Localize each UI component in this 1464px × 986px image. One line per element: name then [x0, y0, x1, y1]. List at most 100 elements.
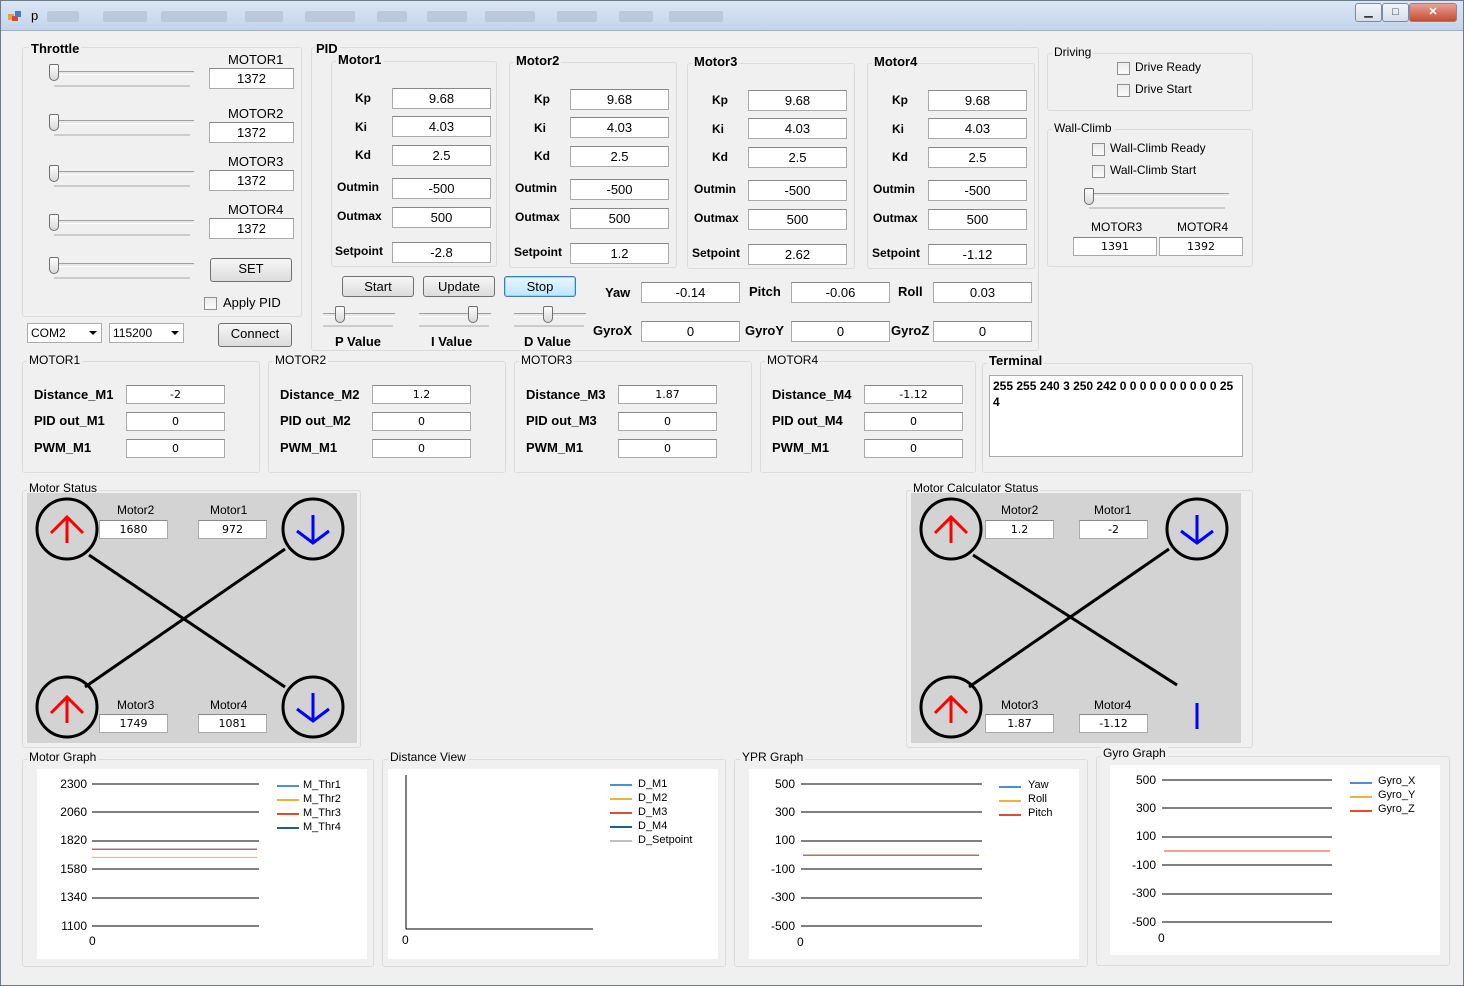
m4-ki-field[interactable]: 4.03 [928, 118, 1027, 139]
m2-pid-out-field[interactable]: 0 [372, 412, 471, 431]
m4-kp-field[interactable]: 9.68 [928, 90, 1027, 111]
m1-kp-field[interactable]: 9.68 [392, 88, 491, 109]
m2-pwm-field[interactable]: 0 [372, 439, 471, 458]
pitch-field[interactable]: -0.06 [791, 282, 890, 303]
menu-item[interactable] [557, 11, 597, 22]
drive-ready-checkbox[interactable] [1117, 62, 1130, 75]
m1-ki-field[interactable]: 4.03 [392, 116, 491, 137]
m4-setpoint-field[interactable]: -1.12 [928, 244, 1027, 265]
roll-field[interactable]: 0.03 [933, 282, 1032, 303]
terminal-output[interactable]: 255 255 240 3 250 242 0 0 0 0 0 0 0 0 0 … [989, 375, 1243, 457]
com-port-select[interactable]: COM2 [27, 323, 102, 343]
m3-outmin-field[interactable]: -500 [748, 180, 847, 201]
gyrox-field[interactable]: 0 [641, 321, 740, 342]
m3-kp-field[interactable]: 9.68 [748, 90, 847, 111]
m1-outmax-field[interactable]: 500 [392, 207, 491, 228]
menu-item[interactable] [245, 11, 283, 22]
m2-kd-field[interactable]: 2.5 [570, 146, 669, 167]
close-button[interactable]: ✕ [1409, 3, 1457, 22]
m2-distance-field[interactable]: 1.2 [372, 385, 471, 404]
setpoint-label: Setpoint [692, 246, 740, 260]
motor3-throttle-field[interactable]: 1372 [209, 170, 294, 191]
drive-start-checkbox[interactable] [1117, 84, 1130, 97]
gyroz-field[interactable]: 0 [933, 321, 1032, 342]
m3-pid-out-field[interactable]: 0 [618, 412, 717, 431]
start-button[interactable]: Start [342, 276, 414, 297]
throttle-slider-m1[interactable] [49, 64, 59, 81]
wallclimb-ready-checkbox[interactable] [1092, 143, 1105, 156]
m3-distance-field[interactable]: 1.87 [618, 385, 717, 404]
m4-outmax-field[interactable]: 500 [928, 209, 1027, 230]
wallclimb-m3-field[interactable]: 1391 [1073, 237, 1157, 256]
calc-m2-field[interactable]: 1.2 [985, 520, 1054, 539]
m3-kd-field[interactable]: 2.5 [748, 147, 847, 168]
menu-item[interactable] [619, 11, 653, 22]
motor-status-diagram [35, 497, 345, 739]
m2-ki-field[interactable]: 4.03 [570, 117, 669, 138]
yaw-field[interactable]: -0.14 [641, 282, 740, 303]
status-m4-field[interactable]: 1081 [198, 714, 267, 733]
m4-kd-field[interactable]: 2.5 [928, 147, 1027, 168]
wallclimb-slider[interactable] [1084, 188, 1094, 205]
menu-item[interactable] [427, 11, 467, 22]
update-button[interactable]: Update [423, 276, 495, 297]
m3-ki-field[interactable]: 4.03 [748, 118, 847, 139]
menu-item[interactable] [377, 11, 407, 22]
menu-item[interactable] [103, 11, 147, 22]
motor2-throttle-field[interactable]: 1372 [209, 122, 294, 143]
stop-button[interactable]: Stop [504, 276, 576, 297]
set-button[interactable]: SET [210, 258, 292, 282]
wallclimb-m4-field[interactable]: 1392 [1159, 237, 1243, 256]
m4-outmin-field[interactable]: -500 [928, 180, 1027, 201]
m2-kp-field[interactable]: 9.68 [570, 89, 669, 110]
calc-m3-field[interactable]: 1.87 [985, 714, 1054, 733]
legend-label: D_Setpoint [638, 834, 693, 846]
m3-outmax-field[interactable]: 500 [748, 209, 847, 230]
menu-item[interactable] [669, 11, 723, 22]
menu-item[interactable] [305, 11, 355, 22]
wallclimb-start-label: Wall-Climb Start [1110, 163, 1197, 177]
throttle-slider-m4[interactable] [49, 214, 59, 231]
motor4-throttle-field[interactable]: 1372 [209, 218, 294, 239]
m1-outmin-field[interactable]: -500 [392, 178, 491, 199]
throttle-slider-m2[interactable] [49, 114, 59, 131]
m4-distance-field[interactable]: -1.12 [864, 385, 963, 404]
throttle-slider-m3[interactable] [49, 165, 59, 182]
status-m3-field[interactable]: 1749 [99, 714, 168, 733]
pwm-label: PWM_M1 [280, 440, 338, 455]
minimize-button[interactable]: ▁ [1355, 3, 1382, 22]
throttle-slider-all[interactable] [49, 257, 59, 274]
p-value-slider[interactable] [335, 306, 345, 323]
m4-pid-out-field[interactable]: 0 [864, 412, 963, 431]
wallclimb-start-checkbox[interactable] [1092, 165, 1105, 178]
legend-swatch [610, 840, 632, 842]
menu-item[interactable] [485, 11, 535, 22]
connect-button[interactable]: Connect [218, 323, 292, 347]
menu-item[interactable] [47, 11, 79, 22]
m2-outmax-field[interactable]: 500 [570, 208, 669, 229]
d-value-slider[interactable] [543, 306, 553, 323]
status-m2-field[interactable]: 1680 [99, 520, 168, 539]
calc-m1-field[interactable]: -2 [1079, 520, 1148, 539]
motor1-throttle-field[interactable]: 1372 [209, 68, 294, 89]
m1-pid-out-field[interactable]: 0 [126, 412, 225, 431]
status-m1-field[interactable]: 972 [198, 520, 267, 539]
m2-setpoint-field[interactable]: 1.2 [570, 243, 669, 264]
apply-pid-checkbox[interactable] [204, 297, 217, 310]
m4-pwm-field[interactable]: 0 [864, 439, 963, 458]
roll-label: Roll [898, 284, 923, 299]
m1-kd-field[interactable]: 2.5 [392, 145, 491, 166]
m3-setpoint-field[interactable]: 2.62 [748, 244, 847, 265]
menu-item[interactable] [161, 11, 227, 22]
m1-distance-field[interactable]: -2 [126, 385, 225, 404]
throttle-slider-ticks [54, 234, 190, 236]
calc-m4-field[interactable]: -1.12 [1079, 714, 1148, 733]
m1-pwm-field[interactable]: 0 [126, 439, 225, 458]
m1-setpoint-field[interactable]: -2.8 [392, 242, 491, 263]
m2-outmin-field[interactable]: -500 [570, 179, 669, 200]
maximize-button[interactable]: □ [1382, 3, 1409, 22]
baud-rate-select[interactable]: 115200 [109, 323, 184, 343]
gyroy-field[interactable]: 0 [791, 321, 890, 342]
i-value-slider[interactable] [468, 306, 478, 323]
m3-pwm-field[interactable]: 0 [618, 439, 717, 458]
